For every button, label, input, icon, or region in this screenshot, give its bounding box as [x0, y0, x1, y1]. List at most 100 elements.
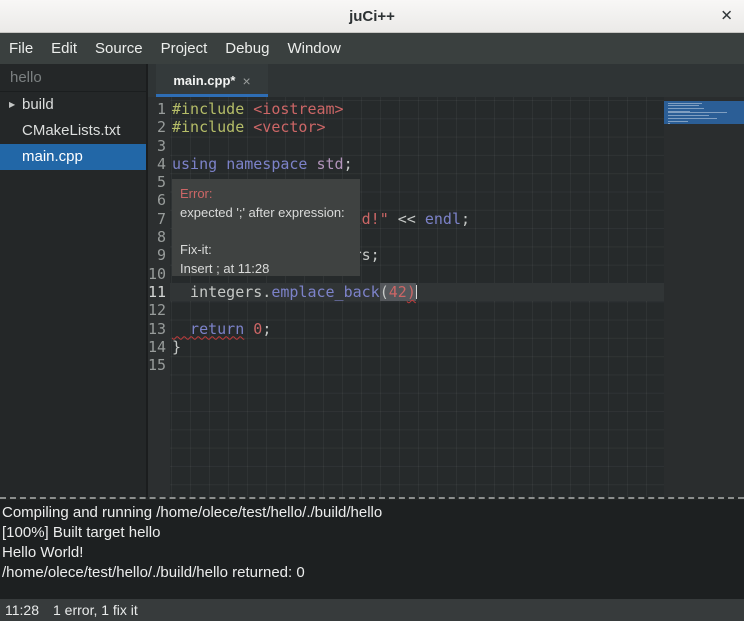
line-number-gutter: 123456789101112131415	[148, 97, 170, 497]
line-number: 15	[148, 356, 170, 374]
tree-item-cmakelists-txt[interactable]: CMakeLists.txt	[0, 118, 146, 144]
code-area[interactable]: #include <iostream>#include <vector> usin…	[170, 97, 664, 497]
code-token: )	[407, 283, 416, 301]
code-line: return 0;	[172, 320, 664, 338]
code-token	[307, 155, 316, 173]
minimap[interactable]	[664, 97, 744, 497]
menu-item-project[interactable]: Project	[159, 36, 210, 61]
menu-item-debug[interactable]: Debug	[223, 36, 271, 61]
code-token: 0	[253, 320, 262, 338]
minimap-code-line	[668, 121, 688, 122]
minimap-visible-region[interactable]	[664, 101, 744, 124]
menu-item-edit[interactable]: Edit	[49, 36, 79, 61]
tree-item-build[interactable]: ▶ build	[0, 92, 146, 118]
code-token: emplace_back	[271, 283, 379, 301]
line-number: 5	[148, 173, 170, 191]
code-token: return	[172, 320, 244, 338]
diagnostic-tooltip: Error: expected ';' after expression: Fi…	[172, 179, 360, 276]
line-number: 7	[148, 210, 170, 228]
line-number: 14	[148, 338, 170, 356]
editor: 123456789101112131415 #include <iostream…	[148, 97, 744, 497]
line-number: 6	[148, 191, 170, 209]
code-token: #include	[172, 100, 244, 118]
code-line	[172, 356, 664, 374]
code-line: using namespace std;	[172, 155, 664, 173]
minimap-code-line	[668, 105, 699, 106]
code-token: endl	[425, 210, 461, 228]
main-split: hello ▶ build CMakeLists.txt main.cpp main.…	[0, 64, 744, 497]
terminal-line: Hello World!	[2, 543, 744, 563]
terminal-output[interactable]: Compiling and running /home/olece/test/h…	[0, 500, 744, 599]
project-name-header: hello	[0, 64, 146, 92]
code-token	[244, 320, 253, 338]
line-number: 8	[148, 228, 170, 246]
menu-item-file[interactable]: File	[7, 36, 35, 61]
project-sidebar: hello ▶ build CMakeLists.txt main.cpp	[0, 64, 146, 497]
statusbar: 11:28 1 error, 1 fix it	[0, 599, 744, 621]
minimap-code-line	[668, 112, 727, 113]
window-title: juCi++	[349, 8, 395, 25]
code-token: namespace	[226, 155, 307, 173]
code-token: ;	[262, 320, 271, 338]
tooltip-spacer	[180, 222, 352, 240]
code-line	[172, 137, 664, 155]
line-number: 12	[148, 301, 170, 319]
menu-item-window[interactable]: Window	[285, 36, 342, 61]
minimap-code-line	[668, 108, 704, 109]
code-token: using	[172, 155, 217, 173]
code-token: }	[172, 338, 181, 356]
status-diagnostics: 1 error, 1 fix it	[53, 602, 138, 618]
line-number: 13	[148, 320, 170, 338]
tooltip-error-message: expected ';' after expression:	[180, 203, 352, 222]
code-token: ;	[344, 155, 353, 173]
code-token: #include	[172, 118, 244, 136]
code-token: <iostream>	[253, 100, 343, 118]
app-window: juCi++ ✕ File Edit Source Project Debug Windo…	[0, 0, 744, 621]
line-number: 3	[148, 137, 170, 155]
minimap-code-line	[668, 118, 717, 119]
line-number: 4	[148, 155, 170, 173]
line-number: 10	[148, 265, 170, 283]
menubar: File Edit Source Project Debug Window	[0, 33, 744, 64]
code-token	[244, 118, 253, 136]
code-token: ;	[461, 210, 470, 228]
line-number: 1	[148, 100, 170, 118]
code-line: }	[172, 338, 664, 356]
code-token: integers.	[172, 283, 271, 301]
status-cursor-position: 11:28	[5, 602, 39, 618]
tooltip-fixit-message: Insert ; at 11:28	[180, 259, 352, 278]
line-number: 11	[148, 283, 170, 301]
tab-label: main.cpp*	[173, 73, 235, 88]
code-line	[172, 301, 664, 319]
text-cursor	[416, 285, 418, 299]
code-token: 42	[389, 283, 407, 301]
code-line: #include <vector>	[172, 118, 664, 136]
window-close-icon[interactable]: ✕	[720, 9, 733, 24]
code-token: <<	[389, 210, 425, 228]
tree-item-main-cpp[interactable]: main.cpp	[0, 144, 146, 170]
tooltip-fixit-label: Fix-it:	[180, 240, 352, 259]
minimap-code-line	[668, 115, 709, 116]
code-token: std	[317, 155, 344, 173]
tabbar: main.cpp* ×	[148, 64, 744, 97]
tree-item-label: CMakeLists.txt	[22, 122, 120, 139]
code-token	[244, 100, 253, 118]
tree-item-label: main.cpp	[22, 148, 83, 165]
code-line: #include <iostream>	[172, 100, 664, 118]
code-token: (	[380, 283, 389, 301]
expander-icon[interactable]: ▶	[9, 92, 15, 118]
tooltip-error-label: Error:	[180, 184, 352, 203]
editor-pane: main.cpp* × 123456789101112131415 #inclu…	[148, 64, 744, 497]
tree-item-label: build	[22, 96, 54, 113]
file-tree: ▶ build CMakeLists.txt main.cpp	[0, 92, 146, 170]
line-number: 9	[148, 246, 170, 264]
terminal-line: /home/olece/test/hello/./build/hello ret…	[2, 563, 744, 583]
tab-close-icon[interactable]: ×	[242, 74, 250, 88]
code-token	[217, 155, 226, 173]
terminal-line: [100%] Built target hello	[2, 523, 744, 543]
code-line: integers.emplace_back(42)	[170, 283, 664, 301]
tab-main-cpp[interactable]: main.cpp* ×	[156, 64, 268, 97]
minimap-code-line	[668, 123, 670, 124]
menu-item-source[interactable]: Source	[93, 36, 145, 61]
line-number: 2	[148, 118, 170, 136]
